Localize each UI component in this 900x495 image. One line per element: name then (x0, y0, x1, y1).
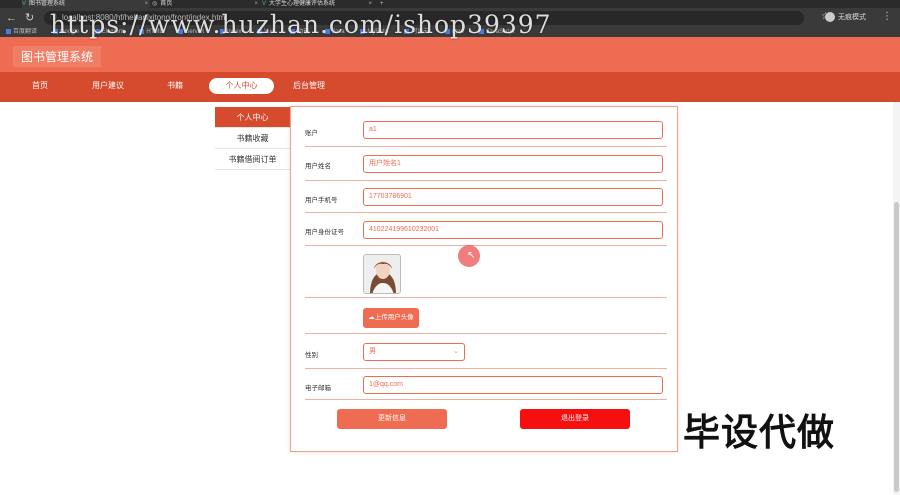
field-label: 电子邮箱 (305, 385, 331, 392)
side-menu: 个人中心 书籍收藏 书籍借阅订单 (215, 107, 290, 170)
page-scrollbar[interactable] (893, 102, 900, 495)
back-icon[interactable]: ← (6, 11, 17, 25)
site-title: 图书管理系统 (13, 46, 102, 67)
field-label: 用户身份证号 (305, 229, 344, 236)
new-tab-icon[interactable]: + (380, 0, 390, 8)
form-row-upload (305, 298, 667, 334)
reload-icon[interactable]: ↻ (25, 11, 34, 25)
overlay-caption: 毕设代做 (683, 411, 835, 454)
form-row-email: 电子邮箱 1@qq.com (305, 369, 667, 400)
incognito-indicator[interactable]: 无痕模式 (825, 12, 866, 24)
bookmark[interactable]: 百度翻译 (6, 28, 37, 35)
profile-form: 账户 a1 用户姓名 用户姓名1 用户手机号 17703786901 用户身份证… (290, 106, 678, 452)
field-label: 性别 (305, 352, 318, 359)
avatar (363, 254, 401, 294)
upload-avatar-button[interactable]: ☁上传用户头像 (363, 308, 419, 328)
form-row-phone: 用户手机号 17703786901 (305, 181, 667, 213)
nav-profile[interactable]: 个人中心 (209, 78, 274, 94)
browser-tab[interactable]: V 大学生心理健康评估系统 × (262, 0, 374, 8)
form-row-id-card: 用户身份证号 410224199610232001 (305, 213, 667, 246)
form-row-name: 用户姓名 用户姓名1 (305, 147, 667, 181)
account-field[interactable]: a1 (363, 121, 663, 139)
side-item-profile[interactable]: 个人中心 (215, 107, 290, 128)
close-icon[interactable]: × (368, 0, 372, 8)
scrollbar-thumb[interactable] (894, 202, 899, 492)
field-label: 用户姓名 (305, 163, 331, 170)
nav-books[interactable]: 书籍 (155, 78, 195, 94)
site-nav: 首页 用户建议 书籍 个人中心 后台管理 (0, 72, 900, 102)
chevron-down-icon: ⌄ (453, 348, 459, 355)
nav-admin[interactable]: 后台管理 (285, 78, 333, 94)
update-info-button[interactable]: 更新信息 (337, 409, 447, 429)
browser-tab-bar: V 图书管理系统 × ◎ 首页 × V 大学生心理健康评估系统 × + (0, 0, 900, 8)
side-item-favorites[interactable]: 书籍收藏 (215, 128, 290, 149)
nav-home[interactable]: 首页 (20, 78, 60, 94)
bookmark-icon (6, 28, 11, 34)
browser-tab[interactable]: ◎ 首页 × (152, 0, 260, 8)
close-icon[interactable]: × (254, 0, 258, 8)
email-field[interactable]: 1@qq.com (363, 376, 663, 394)
menu-icon[interactable]: ⋮ (882, 11, 892, 22)
browser-tab[interactable]: V 图书管理系统 × (22, 0, 150, 8)
side-item-borrow-orders[interactable]: 书籍借阅订单 (215, 149, 290, 170)
id-card-field[interactable]: 410224199610232001 (363, 221, 663, 239)
incognito-icon (825, 12, 835, 23)
site-header: 图书管理系统 (0, 37, 900, 72)
cursor-icon: ↖ (467, 250, 476, 261)
close-icon[interactable]: × (144, 0, 148, 8)
field-label: 用户手机号 (305, 197, 338, 204)
gender-select[interactable]: 男 ⌄ (363, 343, 465, 361)
watermark-url: https://www.huzhan.com/ishop39397 (50, 10, 552, 39)
form-row-account: 账户 a1 (305, 119, 667, 147)
field-label: 账户 (305, 130, 318, 137)
name-field[interactable]: 用户姓名1 (363, 155, 663, 173)
form-row-avatar (305, 246, 667, 298)
phone-field[interactable]: 17703786901 (363, 188, 663, 206)
nav-suggestions[interactable]: 用户建议 (85, 78, 131, 94)
form-row-gender: 性别 男 ⌄ (305, 334, 667, 369)
logout-button[interactable]: 退出登录 (520, 409, 630, 429)
